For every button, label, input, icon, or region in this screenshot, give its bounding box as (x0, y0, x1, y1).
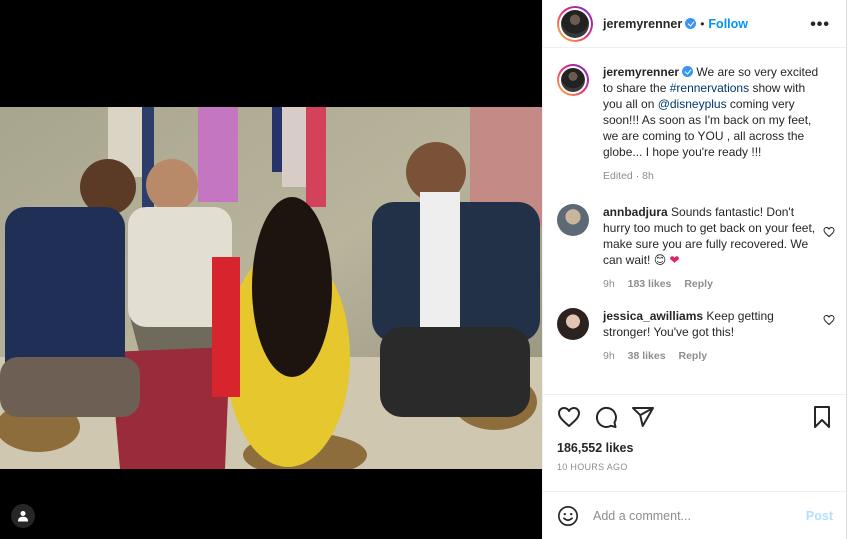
comment-item: jessica_awilliams Keep getting stronger!… (543, 302, 847, 370)
user-tag-icon[interactable] (11, 504, 35, 528)
more-options-icon[interactable]: ••• (810, 16, 830, 34)
post-header: jeremyrenner • Follow ••• (543, 0, 846, 48)
add-comment-bar: Add a comment... Post (543, 491, 847, 539)
comment-body: jessica_awilliams Keep getting stronger!… (603, 308, 819, 364)
action-icons (557, 403, 833, 431)
reply-button[interactable]: Reply (684, 278, 713, 290)
comment-meta: 9h 38 likes Reply (603, 348, 819, 364)
author-username[interactable]: jeremyrenner (603, 17, 682, 31)
author-avatar[interactable] (557, 5, 593, 42)
commenter-avatar[interactable] (557, 308, 589, 340)
caption-avatar[interactable] (557, 64, 589, 96)
separator-dot: • (700, 16, 705, 31)
comment-like-icon[interactable] (823, 314, 835, 326)
caption-mention[interactable]: @disneyplus (658, 97, 727, 111)
post-photo-illustration (0, 107, 542, 469)
caption-meta: Edited · 8h (603, 170, 654, 182)
comment-input[interactable]: Add a comment... (593, 509, 806, 523)
share-icon[interactable] (631, 405, 655, 429)
heart-emoji-icon: ❤ (669, 253, 680, 267)
reply-button[interactable]: Reply (678, 350, 707, 362)
comment-meta: 9h 183 likes Reply (603, 276, 819, 292)
post-media-panel (0, 0, 542, 539)
comment-body: annbadjura Sounds fantastic! Don't hurry… (603, 204, 819, 292)
commenter-username[interactable]: annbadjura (603, 205, 668, 219)
comment-item: annbadjura Sounds fantastic! Don't hurry… (543, 198, 847, 298)
bookmark-icon[interactable] (811, 405, 833, 429)
verified-badge-icon (682, 66, 694, 77)
comment-time: 9h (603, 350, 615, 362)
post-actions: 186,552 likes 10 HOURS AGO (543, 394, 847, 484)
instagram-post-modal: jeremyrenner • Follow ••• jeremyrenner W… (0, 0, 850, 539)
post-timestamp: 10 HOURS AGO (557, 462, 628, 472)
commenter-avatar[interactable] (557, 204, 589, 236)
post-photo[interactable] (0, 107, 542, 469)
emoji-icon[interactable] (557, 505, 579, 527)
scrollbar-edge (846, 0, 850, 539)
post-comment-button[interactable]: Post (806, 509, 833, 523)
likes-count[interactable]: 186,552 likes (557, 441, 833, 455)
caption-hashtag[interactable]: #rennervations (670, 81, 749, 95)
comment-likes[interactable]: 38 likes (628, 350, 666, 362)
verified-badge-icon (685, 18, 697, 29)
caption-body: jeremyrenner We are so very excited to s… (603, 64, 819, 184)
comment-icon[interactable] (594, 405, 618, 429)
comment-like-icon[interactable] (823, 226, 835, 238)
follow-button[interactable]: Follow (708, 17, 748, 31)
user-silhouette-icon (18, 511, 28, 522)
comments-list: jeremyrenner We are so very excited to s… (543, 58, 847, 394)
commenter-username[interactable]: jessica_awilliams (603, 309, 703, 323)
caption-item: jeremyrenner We are so very excited to s… (543, 58, 847, 190)
comment-time: 9h (603, 278, 615, 290)
post-side-panel: jeremyrenner • Follow ••• jeremyrenner W… (542, 0, 847, 539)
caption-username[interactable]: jeremyrenner (603, 65, 679, 79)
comment-likes[interactable]: 183 likes (628, 278, 672, 290)
heart-icon[interactable] (557, 405, 581, 429)
